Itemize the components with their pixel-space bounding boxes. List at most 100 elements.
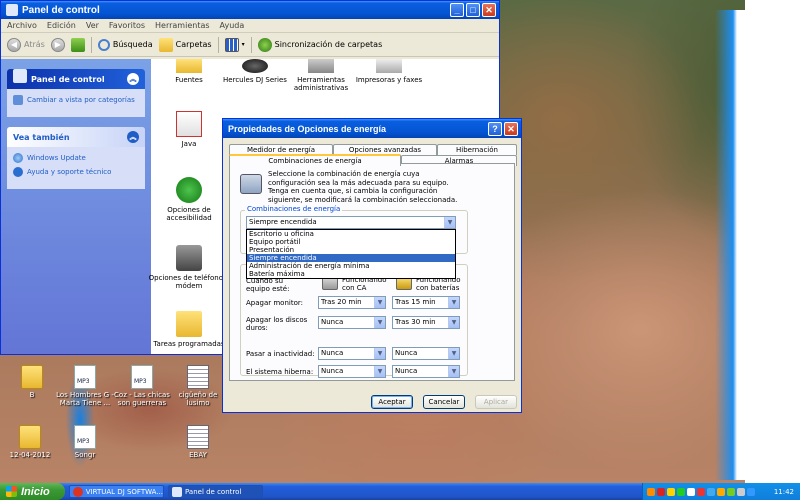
see-also-header[interactable]: Vea también ︽ — [7, 127, 145, 147]
hibernate-battery-select[interactable]: Nunca ▼ — [392, 365, 460, 378]
ok-button[interactable]: Aceptar — [371, 395, 413, 409]
desktop-icon-mp3[interactable]: Los Hombres G - Marta Tiene ... — [55, 365, 115, 407]
menu-edicion[interactable]: Edición — [47, 21, 76, 30]
back-button[interactable]: ◀ Atrás — [7, 37, 45, 52]
start-button[interactable]: Inicio — [0, 483, 65, 500]
up-folder-icon[interactable] — [70, 37, 85, 52]
collapse-chevron-icon[interactable]: ︽ — [127, 73, 139, 85]
phone-icon — [176, 245, 202, 271]
chevron-down-icon[interactable]: ▼ — [444, 217, 455, 228]
search-icon — [97, 38, 110, 51]
category-view-icon — [13, 95, 23, 105]
hibernate-ac-select[interactable]: Nunca ▼ — [318, 365, 386, 378]
views-button[interactable]: ▾ — [224, 37, 245, 52]
scheme-option[interactable]: Equipo portátil — [247, 238, 455, 246]
search-button[interactable]: Búsqueda — [97, 38, 153, 51]
disks-ac-select[interactable]: Nunca ▼ — [318, 316, 386, 329]
chevron-down-icon[interactable]: ▼ — [374, 297, 385, 308]
tray-icon[interactable] — [657, 487, 665, 496]
tab-power-schemes[interactable]: Combinaciones de energía — [229, 154, 401, 166]
menu-ver[interactable]: Ver — [86, 21, 99, 30]
maximize-button[interactable]: □ — [466, 3, 480, 17]
forward-button[interactable]: ▶ — [50, 37, 65, 52]
menu-archivo[interactable]: Archivo — [7, 21, 37, 30]
cp-item-accessibility[interactable]: Opciones de accesibilidad — [147, 177, 231, 222]
chevron-down-icon[interactable]: ▼ — [448, 317, 459, 328]
tray-icon[interactable] — [727, 487, 735, 496]
desktop-icon-shortcut[interactable]: Songr — [55, 425, 115, 459]
tray-icon[interactable] — [647, 487, 655, 496]
switch-category-view-link[interactable]: Cambiar a vista por categorías — [13, 95, 139, 105]
menu-favoritos[interactable]: Favoritos — [109, 21, 145, 30]
scheme-option[interactable]: Batería máxima — [247, 270, 455, 278]
control-panel-titlebar[interactable]: Panel de control _ □ ✕ — [1, 1, 499, 19]
help-support-link[interactable]: Ayuda y soporte técnico — [13, 167, 139, 177]
monitor-ac-select[interactable]: Tras 20 min ▼ — [318, 296, 386, 309]
tab-hibernation[interactable]: Hibernación — [437, 144, 517, 155]
cp-item-scheduled-tasks[interactable]: Tareas programadas — [147, 311, 231, 348]
tray-icon[interactable] — [667, 487, 675, 496]
taskbar-virtual-dj[interactable]: VIRTUAL DJ SOFTWA... — [69, 485, 164, 498]
chevron-down-icon[interactable]: ▼ — [374, 317, 385, 328]
chevron-down-icon[interactable]: ▼ — [374, 366, 385, 377]
scheme-option-selected[interactable]: Siempre encendida — [247, 254, 455, 262]
virtual-dj-icon — [73, 486, 83, 497]
scheme-option[interactable]: Escritorio u oficina — [247, 230, 455, 238]
desktop-icon-mp3[interactable]: Coz - Las chicas son guerreras — [112, 365, 172, 407]
scheme-option[interactable]: Presentación — [247, 246, 455, 254]
tray-icon[interactable] — [687, 487, 695, 496]
tray-icon[interactable] — [717, 487, 725, 496]
desktop-icon-document[interactable]: EBAY — [168, 425, 228, 459]
chevron-down-icon[interactable]: ▼ — [448, 348, 459, 359]
desktop-icon-folder[interactable]: B — [2, 365, 62, 399]
dialog-titlebar[interactable]: Propiedades de Opciones de energía ? ✕ — [223, 119, 521, 138]
task-box-header[interactable]: Panel de control ︽ — [7, 69, 145, 89]
document-icon — [187, 365, 209, 389]
cp-item-phone-modem[interactable]: Opciones de teléfono y módem — [147, 245, 231, 290]
standby-label: Pasar a inactividad: — [246, 350, 315, 358]
menu-ayuda[interactable]: Ayuda — [220, 21, 245, 30]
disks-battery-select[interactable]: Tras 30 min ▼ — [392, 316, 460, 329]
chevron-down-icon[interactable]: ▼ — [448, 297, 459, 308]
help-button[interactable]: ? — [488, 121, 502, 136]
tray-icon[interactable] — [677, 487, 685, 496]
toolbar-separator — [250, 36, 252, 53]
desktop-icon-folder[interactable]: 12-04-2012 — [0, 425, 60, 459]
tray-icon[interactable] — [697, 487, 705, 496]
cancel-button[interactable]: Cancelar — [423, 395, 465, 409]
monitor-battery-select[interactable]: Tras 15 min ▼ — [392, 296, 460, 309]
menu-herramientas[interactable]: Herramientas — [155, 21, 210, 30]
folders-icon — [158, 37, 173, 52]
folders-button[interactable]: Carpetas — [158, 37, 212, 52]
minimize-button[interactable]: _ — [450, 3, 464, 17]
power-scheme-select[interactable]: Siempre encendida ▼ — [246, 216, 456, 229]
sync-folders-button[interactable]: Sincronización de carpetas — [257, 37, 382, 52]
close-button[interactable]: ✕ — [482, 3, 496, 17]
standby-ac-select[interactable]: Nunca ▼ — [318, 347, 386, 360]
control-panel-icon — [172, 486, 182, 497]
tray-icon[interactable] — [707, 487, 715, 496]
windows-logo-icon — [6, 486, 17, 497]
power-scheme-dropdown-list[interactable]: Escritorio u oficina Equipo portátil Pre… — [246, 229, 456, 279]
scheme-option[interactable]: Administración de energía mínima — [247, 262, 455, 270]
power-options-dialog[interactable]: Propiedades de Opciones de energía ? ✕ M… — [222, 118, 522, 413]
apply-button[interactable]: Aplicar — [475, 395, 517, 409]
taskbar-control-panel[interactable]: Panel de control — [168, 485, 263, 498]
dialog-title: Propiedades de Opciones de energía — [228, 123, 387, 134]
network-icon[interactable] — [747, 487, 755, 496]
monitor-off-label: Apagar monitor: — [246, 299, 303, 307]
collapse-chevron-icon[interactable]: ︽ — [127, 131, 139, 143]
windows-update-link[interactable]: Windows Update — [13, 153, 139, 163]
clock[interactable]: 11:42 — [774, 488, 794, 496]
cp-item-java[interactable]: Java — [147, 111, 231, 148]
chevron-down-icon[interactable]: ▼ — [374, 348, 385, 359]
cp-item-printers[interactable]: Impresoras y faxes — [347, 59, 431, 84]
document-icon — [187, 425, 209, 449]
volume-icon[interactable] — [737, 487, 745, 496]
folder-icon — [19, 425, 41, 449]
chevron-down-icon[interactable]: ▼ — [448, 366, 459, 377]
standby-battery-select[interactable]: Nunca ▼ — [392, 347, 460, 360]
scheduled-tasks-icon — [176, 311, 202, 337]
desktop-icon-document[interactable]: cigüeño de lusimo — [168, 365, 228, 407]
dialog-close-button[interactable]: ✕ — [504, 121, 518, 136]
